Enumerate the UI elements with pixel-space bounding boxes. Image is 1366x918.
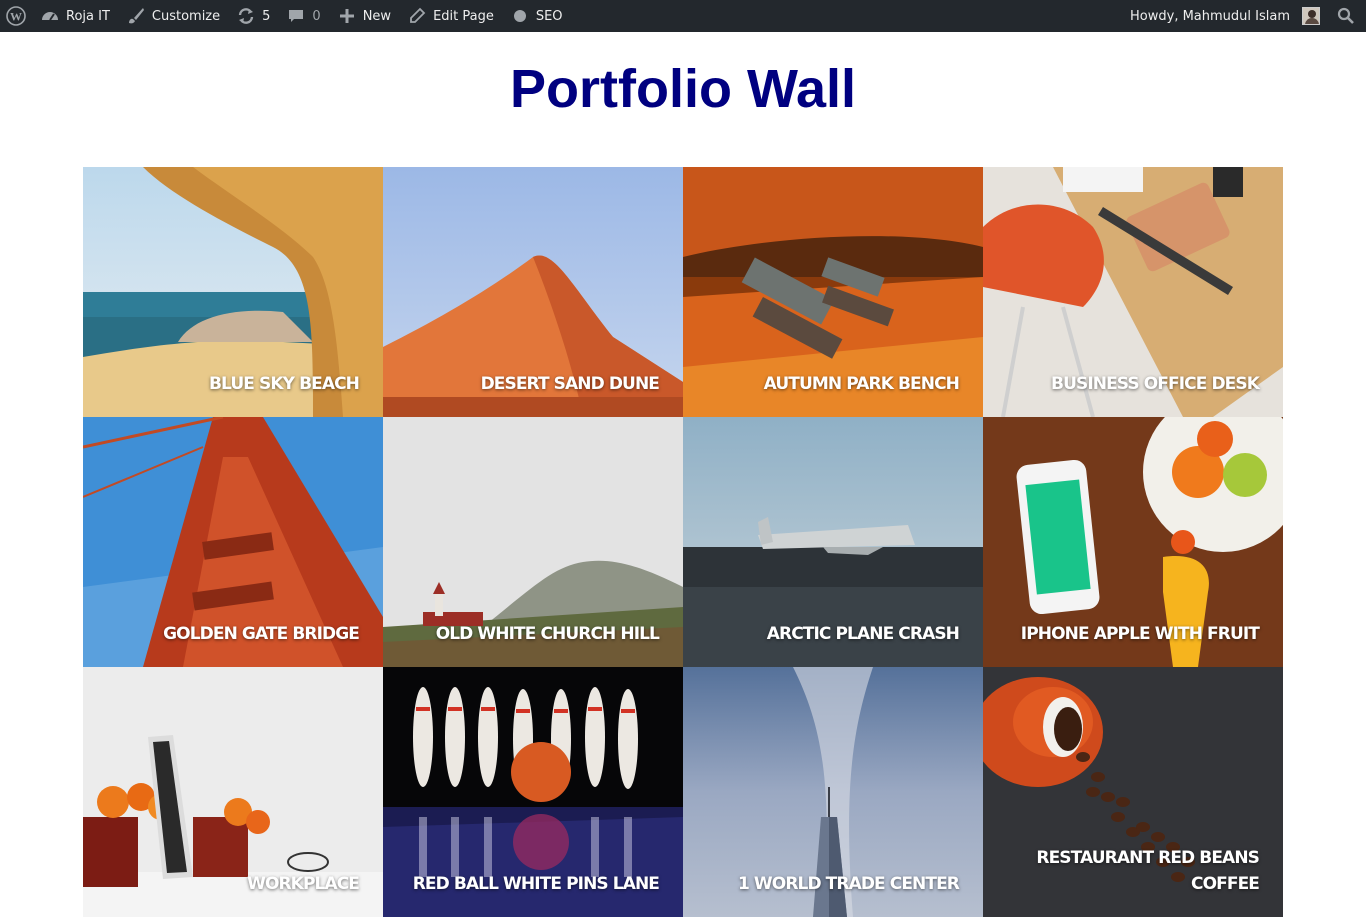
portfolio-caption: Restaurant Red Beans Coffee	[1036, 848, 1259, 894]
admin-bar-left: W Roja IT Customize 5 0 New Edit Page SE…	[0, 0, 571, 32]
avatar	[1302, 7, 1320, 25]
customize-label: Customize	[151, 8, 221, 24]
portfolio-item[interactable]: iPhone Apple With Fruit	[983, 417, 1283, 667]
portfolio-item[interactable]: Restaurant Red Beans Coffee	[983, 667, 1283, 917]
portfolio-caption: iPhone Apple With Fruit	[1020, 624, 1260, 644]
portfolio-caption: Workplace	[247, 874, 360, 894]
comment-icon	[286, 6, 306, 26]
seo-link[interactable]: SEO	[502, 0, 571, 32]
search-icon	[1336, 6, 1356, 26]
edit-page-label: Edit Page	[433, 8, 494, 24]
wordpress-menu[interactable]: W	[0, 0, 32, 32]
portfolio-grid: Blue Sky Beach Desert Sand Dune Autumn P…	[83, 167, 1283, 918]
portfolio-caption: Golden Gate Bridge	[163, 624, 360, 644]
dashboard-icon	[40, 6, 60, 26]
comments-count: 0	[312, 8, 321, 24]
site-name-label: Roja IT	[66, 8, 110, 24]
portfolio-item[interactable]: Arctic Plane Crash	[683, 417, 983, 667]
pencil-icon	[407, 6, 427, 26]
portfolio-caption: Desert Sand Dune	[480, 374, 660, 394]
greeting-label: Howdy, Mahmudul Islam	[1130, 8, 1290, 24]
portfolio-item[interactable]: Red Ball White Pins Lane	[383, 667, 683, 917]
portfolio-item[interactable]: Old White Church Hill	[383, 417, 683, 667]
updates-count: 5	[262, 8, 271, 24]
portfolio-item[interactable]: Golden Gate Bridge	[83, 417, 383, 667]
portfolio-caption: Arctic Plane Crash	[766, 624, 960, 644]
new-content-link[interactable]: New	[329, 0, 399, 32]
portfolio-item[interactable]: Autumn Park Bench	[683, 167, 983, 417]
site-name-link[interactable]: Roja IT	[32, 0, 118, 32]
portfolio-caption: Autumn Park Bench	[763, 374, 960, 394]
portfolio-caption: Blue Sky Beach	[209, 374, 360, 394]
seo-label: SEO	[535, 8, 563, 24]
my-account-link[interactable]: Howdy, Mahmudul Islam	[1122, 0, 1328, 32]
portfolio-caption: Business Office Desk	[1051, 374, 1260, 394]
new-label: New	[362, 8, 392, 24]
customize-link[interactable]: Customize	[118, 0, 228, 32]
updates-link[interactable]: 5	[228, 0, 278, 32]
update-icon	[236, 6, 256, 26]
portfolio-item[interactable]: Business Office Desk	[983, 167, 1283, 417]
edit-page-link[interactable]: Edit Page	[399, 0, 502, 32]
portfolio-caption: 1 World Trade Center	[737, 874, 960, 894]
page-title: Portfolio Wall	[510, 59, 856, 119]
portfolio-item[interactable]: Workplace	[83, 667, 383, 917]
search-toggle[interactable]	[1328, 0, 1366, 32]
portfolio-caption: Old White Church Hill	[435, 624, 660, 644]
portfolio-item[interactable]: 1 World Trade Center	[683, 667, 983, 917]
portfolio-item[interactable]: Desert Sand Dune	[383, 167, 683, 417]
comments-link[interactable]: 0	[278, 0, 328, 32]
portfolio-item[interactable]: Blue Sky Beach	[83, 167, 383, 417]
admin-bar: W Roja IT Customize 5 0 New Edit Page SE…	[0, 0, 1366, 32]
admin-bar-right: Howdy, Mahmudul Islam	[1122, 0, 1366, 32]
plus-icon	[337, 6, 357, 26]
brush-icon	[126, 6, 146, 26]
portfolio-caption: Red Ball White Pins Lane	[412, 874, 660, 894]
wordpress-logo-icon: W	[6, 6, 26, 26]
svg-text:W: W	[10, 10, 22, 24]
seo-dot-icon	[510, 6, 530, 26]
